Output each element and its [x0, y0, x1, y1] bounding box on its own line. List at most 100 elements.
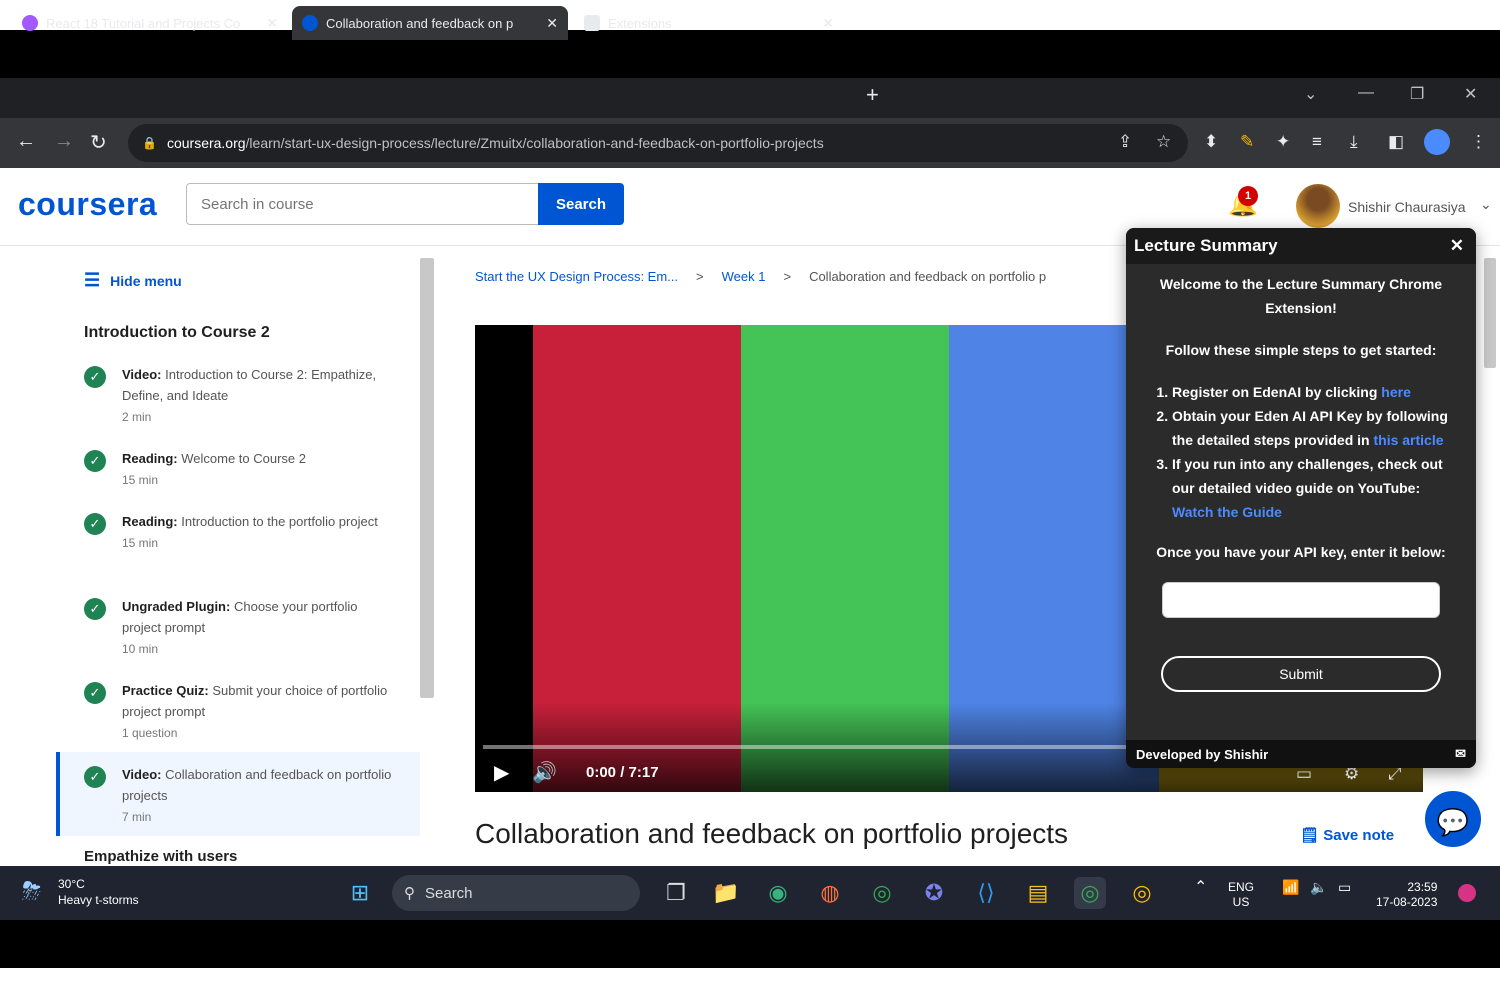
save-note-button[interactable]: 🗒 Save note	[1300, 826, 1394, 844]
save-note-label: Save note	[1323, 827, 1395, 844]
lecture-title: Collaboration and feedback on portfolio …	[475, 818, 1069, 849]
chrome-canary-icon[interactable]: ◎	[1126, 877, 1158, 909]
firefox-icon[interactable]: ◍	[814, 877, 846, 909]
tab-coursera[interactable]: Collaboration and feedback on p ✕	[292, 6, 568, 40]
tray-overflow-icon[interactable]: ⌃	[1194, 880, 1207, 896]
close-icon[interactable]: ✕	[1450, 236, 1464, 256]
module-title: Introduction to Course 2	[84, 324, 270, 341]
tab-title: Extensions	[608, 15, 672, 31]
list-item[interactable]: ✓ Practice Quiz: Submit your choice of p…	[84, 680, 394, 744]
youtube-guide-link[interactable]: Watch the Guide	[1172, 504, 1282, 520]
popup-footer: Developed by Shishir ✉	[1126, 740, 1476, 768]
reading-list-icon[interactable]: ≡	[1312, 132, 1322, 152]
extension-icon[interactable]: ⬍	[1204, 132, 1218, 152]
edenai-register-link[interactable]: here	[1381, 384, 1411, 400]
coursera-logo[interactable]: coursera	[18, 186, 157, 223]
list-item[interactable]: ✓ Reading: Welcome to Course 2 15 min	[84, 448, 394, 491]
intro-text: Follow these simple steps to get started…	[1165, 342, 1437, 358]
clock[interactable]: 23:59 17-08-2023	[1376, 880, 1437, 910]
address-bar[interactable]: 🔒 coursera.org/learn/start-ux-design-pro…	[128, 124, 1188, 162]
battery-icon[interactable]: ▭	[1338, 880, 1351, 895]
search-button[interactable]: Search	[538, 183, 624, 225]
item-duration: 7 min	[122, 810, 152, 824]
close-window-icon[interactable]: ✕	[1464, 84, 1477, 104]
hide-menu-button[interactable]: ☰ Hide menu	[84, 270, 182, 291]
url-host: coursera.org	[166, 135, 246, 151]
speaker-icon[interactable]: 🔈	[1310, 880, 1327, 895]
breadcrumb-course-link[interactable]: Start the UX Design Process: Em...	[475, 269, 678, 284]
item-title: Welcome to Course 2	[181, 451, 307, 466]
bookmark-star-icon[interactable]: ☆	[1156, 132, 1171, 152]
language-indicator[interactable]: ENG US	[1228, 880, 1254, 910]
vscode-icon[interactable]: ⟨⟩	[970, 877, 1002, 909]
item-kind: Video:	[122, 767, 162, 782]
wifi-icon[interactable]: 📶	[1282, 880, 1299, 895]
language: ENG	[1228, 880, 1255, 894]
sidebar-scrollbar[interactable]	[420, 258, 434, 698]
close-tab-icon[interactable]: ✕	[822, 15, 834, 32]
popup-title: Lecture Summary	[1134, 236, 1278, 255]
chrome-active-icon[interactable]: ◎	[1074, 877, 1106, 909]
list-menu-icon: ☰	[84, 270, 101, 290]
close-tab-icon[interactable]: ✕	[546, 15, 558, 32]
list-item[interactable]: ✓ Ungraded Plugin: Choose your portfolio…	[84, 596, 394, 660]
weather-widget[interactable]: 30°C Heavy t-storms	[58, 876, 139, 908]
avatar[interactable]	[1296, 184, 1340, 228]
notification-center-icon[interactable]	[1458, 884, 1476, 902]
chat-bubble-icon[interactable]: 💬	[1422, 788, 1484, 850]
submit-button[interactable]: Submit	[1161, 656, 1441, 692]
new-tab-button[interactable]: +	[866, 82, 879, 108]
teams-icon[interactable]: ✪	[918, 877, 950, 909]
chevron-down-icon[interactable]: ⌄	[1480, 196, 1492, 213]
forward-icon[interactable]: →	[54, 130, 74, 153]
next-module-title[interactable]: Empathize with users	[84, 848, 237, 865]
download-icon[interactable]: ⤓	[1350, 132, 1358, 152]
play-icon[interactable]: ▶	[494, 760, 509, 785]
minimize-icon[interactable]: —	[1358, 84, 1374, 102]
volume-icon[interactable]: 🔊	[532, 760, 557, 785]
api-key-prompt: Once you have your API key, enter it bel…	[1156, 544, 1446, 560]
notification-badge: 1	[1238, 186, 1258, 206]
course-search-input[interactable]	[186, 183, 540, 225]
tab-extensions[interactable]: Extensions ✕	[574, 6, 844, 40]
task-view-icon[interactable]: ❐	[660, 877, 692, 909]
region: US	[1232, 895, 1250, 909]
clock-date: 17-08-2023	[1376, 895, 1438, 909]
weather-storm-icon[interactable]: ⛈	[22, 878, 41, 906]
taskbar-search[interactable]: ⚲ Search	[392, 875, 640, 911]
mail-icon[interactable]: ✉	[1455, 746, 1466, 762]
item-duration: 15 min	[122, 536, 159, 550]
list-item[interactable]: ✓ Reading: Introduction to the portfolio…	[84, 511, 394, 554]
close-tab-icon[interactable]: ✕	[266, 15, 278, 32]
chrome-icon[interactable]: ◎	[866, 877, 898, 909]
tab-search-icon[interactable]: ⌄	[1304, 84, 1317, 104]
search-icon: ⚲	[404, 885, 415, 902]
breadcrumb-week-link[interactable]: Week 1	[722, 269, 766, 284]
back-icon[interactable]: ←	[16, 130, 36, 153]
profile-icon[interactable]	[1424, 129, 1450, 155]
tab-react-tutorial[interactable]: React 18 Tutorial and Projects Co ✕	[12, 6, 288, 40]
pen-extension-icon[interactable]: ✎	[1240, 132, 1254, 152]
item-kind: Practice Quiz:	[122, 683, 209, 698]
restore-icon[interactable]: ❐	[1410, 84, 1424, 104]
sticky-notes-icon[interactable]: ▤	[1022, 877, 1054, 909]
api-key-input[interactable]	[1162, 582, 1440, 618]
weather-desc: Heavy t-storms	[58, 893, 139, 907]
list-item-active[interactable]: ✓ Video: Collaboration and feedback on p…	[84, 764, 394, 828]
file-explorer-icon[interactable]: 📁	[710, 877, 742, 909]
main-scrollbar[interactable]	[1484, 258, 1496, 368]
reload-icon[interactable]: ↻	[90, 130, 107, 155]
menu-dots-icon[interactable]: ⋮	[1470, 132, 1487, 152]
step-item: Register on EdenAI by clicking here	[1172, 380, 1462, 404]
puzzle-extensions-icon[interactable]: ✦	[1276, 132, 1290, 152]
step-text: If you run into any challenges, check ou…	[1172, 456, 1443, 496]
share-icon[interactable]: ⇪	[1118, 132, 1132, 152]
article-link[interactable]: this article	[1373, 432, 1443, 448]
list-item[interactable]: ✓ Video: Introduction to Course 2: Empat…	[84, 364, 394, 428]
windows-start-icon[interactable]: ⊞	[344, 877, 376, 909]
side-panel-icon[interactable]: ◧	[1388, 132, 1404, 152]
user-name[interactable]: Shishir Chaurasiya	[1348, 199, 1466, 215]
breadcrumb-current: Collaboration and feedback on portfolio …	[809, 269, 1047, 284]
checkmark-icon: ✓	[84, 682, 106, 704]
edge-icon[interactable]: ◉	[762, 877, 794, 909]
